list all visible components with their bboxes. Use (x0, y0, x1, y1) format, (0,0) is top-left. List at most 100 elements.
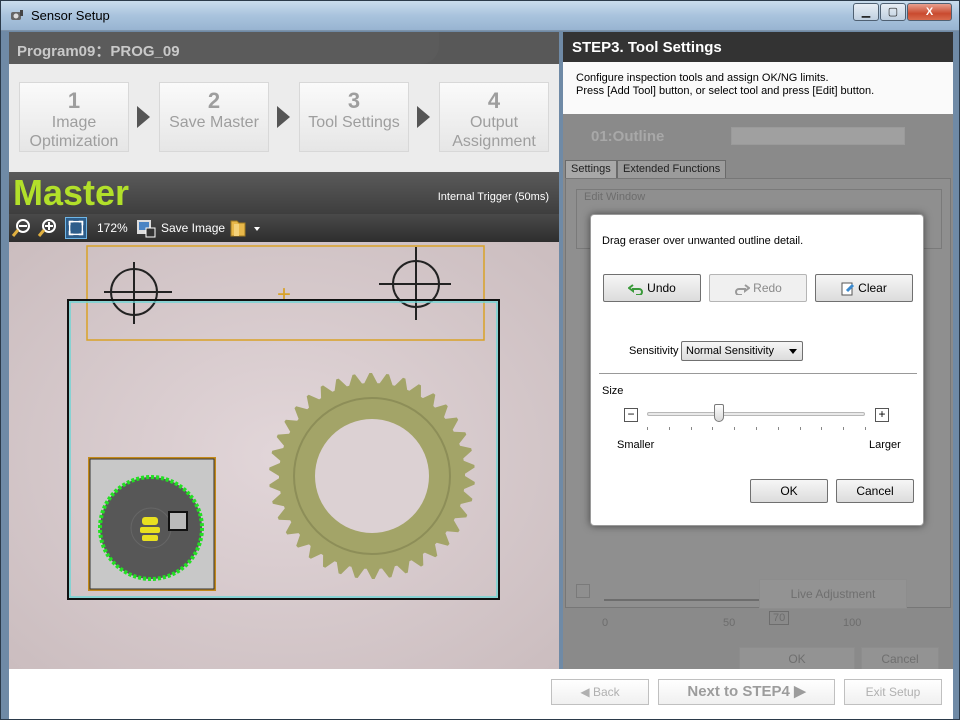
maximize-icon: ▢ (887, 6, 899, 18)
minimize-icon: ▁ (861, 6, 871, 18)
chevron-down-icon (789, 349, 797, 354)
step-description: Configure inspection tools and assign OK… (563, 62, 953, 114)
slider-tick (843, 427, 845, 430)
redo-label: Redo (753, 281, 782, 295)
tab-extended-functions[interactable]: Extended Functions (617, 160, 727, 178)
step-number: 2 (207, 88, 221, 113)
edit-window-label: Edit Window (584, 191, 646, 203)
eraser-dialog: Drag eraser over unwanted outline detail… (590, 214, 924, 526)
master-image-view[interactable]: + (9, 242, 559, 669)
sensor-setup-window: Sensor Setup ▁ ▢ X 1 Image Optimization … (0, 0, 960, 720)
undo-button[interactable]: Undo (603, 274, 701, 302)
slider-tick (756, 427, 757, 430)
window-title: Sensor Setup (31, 8, 110, 23)
live-adjustment-button[interactable]: Live Adjustment (759, 579, 907, 609)
undo-label: Undo (647, 281, 676, 295)
tab-settings[interactable]: Settings (565, 160, 617, 178)
sensitivity-select[interactable]: Normal Sensitivity (681, 341, 803, 361)
slider-tick (777, 427, 779, 430)
slider-tick (647, 427, 648, 430)
maximize-button[interactable]: ▢ (880, 3, 906, 21)
minimize-button[interactable]: ▁ (853, 3, 879, 21)
master-bar: Master Internal Trigger (50ms) (9, 172, 559, 214)
back-label: Back (592, 685, 620, 699)
step-label: Save Master (169, 114, 259, 131)
cancel-label: Cancel (881, 652, 919, 666)
slider-tick (821, 427, 823, 430)
slider-tick (712, 427, 714, 430)
smaller-label: Smaller (617, 439, 655, 451)
live-adjustment-label: Live Adjustment (790, 587, 876, 601)
plus-icon: + (878, 407, 886, 421)
next-step-button[interactable]: Next to STEP4 ▶ (658, 679, 835, 705)
minus-box[interactable] (576, 584, 590, 598)
step-label: Tool Settings (308, 114, 400, 131)
close-button[interactable]: X (907, 3, 952, 21)
tool-tabs: Settings Extended Functions (563, 160, 953, 178)
size-slider-track[interactable] (647, 412, 865, 416)
dialog-message: Drag eraser over unwanted outline detail… (602, 235, 804, 247)
clear-button[interactable]: Clear (815, 274, 913, 302)
step-number: 4 (487, 88, 501, 113)
dialog-ok-label: OK (780, 484, 798, 498)
camera-image: + (9, 242, 559, 669)
back-arrow-icon: ◀ (580, 685, 593, 699)
scale-mid-label: 50 (723, 617, 736, 629)
redo-button[interactable]: Redo (709, 274, 807, 302)
search-region-center-icon: + (277, 281, 291, 308)
scale-min-label: 0 (602, 617, 609, 629)
size-slider-thumb[interactable] (713, 404, 724, 422)
description-line: Configure inspection tools and assign OK… (576, 72, 829, 84)
scale-max-label: 100 (843, 617, 862, 629)
threshold-value: 70 (769, 611, 790, 625)
back-button[interactable]: ◀ Back (551, 679, 649, 705)
close-icon: X (925, 6, 934, 18)
slider-tick (799, 427, 801, 430)
ok-button[interactable]: OK (739, 647, 855, 671)
step-2-button[interactable]: 2 Save Master (159, 82, 269, 152)
slider-tick (668, 427, 670, 430)
step-header: STEP3. Tool Settings (563, 32, 953, 62)
cancel-button[interactable]: Cancel (861, 647, 939, 671)
folder-icon[interactable] (227, 217, 249, 239)
save-image-icon[interactable] (135, 217, 157, 239)
program-tab: Program09：PROG_09 (9, 32, 439, 64)
clear-label: Clear (858, 281, 887, 295)
size-decrease-button[interactable]: − (624, 408, 638, 422)
sensitivity-value: Normal Sensitivity (686, 345, 775, 357)
trigger-status: Internal Trigger (50ms) (437, 191, 549, 203)
step-arrow-icon (137, 106, 150, 128)
step-number: 1 (67, 88, 81, 113)
slider-tick (690, 427, 692, 430)
tool-name-field[interactable] (731, 127, 905, 145)
undo-icon (628, 284, 644, 295)
sensor-app-icon (11, 10, 23, 20)
dialog-cancel-button[interactable]: Cancel (836, 479, 914, 503)
zoom-in-icon[interactable] (37, 217, 59, 239)
program-label: Program09：PROG_09 (17, 43, 180, 60)
step-3-button[interactable]: 3 Tool Settings (299, 82, 409, 152)
zoom-out-icon[interactable] (11, 217, 33, 239)
zoom-level: 172% (97, 221, 128, 235)
step-label: Image Optimization (29, 114, 119, 150)
sensitivity-label: Sensitivity (629, 345, 679, 357)
size-increase-button[interactable]: + (875, 408, 889, 422)
description-line: Press [Add Tool] button, or select tool … (576, 85, 875, 97)
save-image-label[interactable]: Save Image (161, 221, 225, 235)
step-1-button[interactable]: 1 Image Optimization (19, 82, 129, 152)
step-arrow-icon (277, 106, 290, 128)
dropdown-arrow-icon[interactable] (251, 217, 263, 239)
fit-to-window-icon[interactable] (65, 217, 87, 239)
larger-label: Larger (869, 439, 901, 451)
step-4-button[interactable]: 4 Output Assignment (439, 82, 549, 152)
dialog-ok-button[interactable]: OK (750, 479, 828, 503)
left-panel: 1 Image Optimization 2 Save Master 3 Too… (9, 32, 559, 669)
step-label: Output Assignment (452, 114, 536, 150)
size-label: Size (602, 385, 624, 397)
exit-setup-button[interactable]: Exit Setup (844, 679, 942, 705)
outline-model-thumbnail[interactable] (88, 457, 216, 591)
minus-icon: − (627, 407, 635, 421)
step-arrow-icon (417, 106, 430, 128)
clear-icon (841, 282, 855, 296)
divider (599, 373, 917, 374)
